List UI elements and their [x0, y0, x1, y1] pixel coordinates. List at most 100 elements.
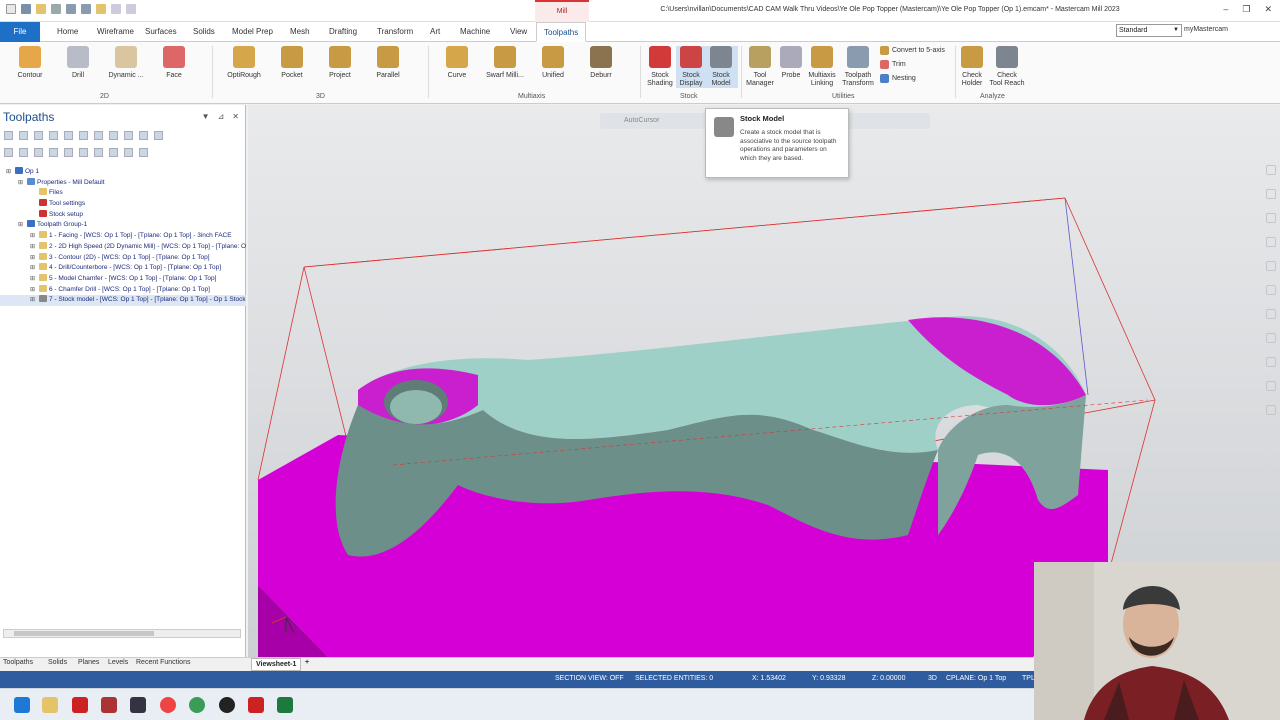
folder-icon[interactable]	[96, 4, 106, 14]
tree-item[interactable]: ⊞ 5 - Model Chamfer - [WCS: Op 1 Top] - […	[0, 273, 246, 285]
mastercam-icon[interactable]	[72, 697, 88, 713]
save-icon[interactable]	[21, 4, 31, 14]
tab-mesh[interactable]: Mesh	[283, 22, 317, 42]
optirough-button[interactable]: OptiRough	[222, 46, 266, 80]
move-down-icon[interactable]	[34, 148, 43, 157]
regenerate-dirty-icon[interactable]	[49, 131, 58, 140]
tplane-selector[interactable]: TPL	[1022, 675, 1035, 682]
pin-icon[interactable]: ⊿	[218, 112, 225, 121]
unified-button[interactable]: Unified	[531, 46, 575, 80]
cplane-selector[interactable]: CPLANE: Op 1 Top	[946, 675, 1006, 682]
tree-group[interactable]: ⊞ Toolpath Group-1	[0, 220, 246, 231]
solidworks-icon[interactable]	[101, 697, 117, 713]
view-icon[interactable]	[1266, 285, 1276, 295]
chevron-down-icon[interactable]: ▼	[202, 112, 210, 121]
viewsheet-tab[interactable]: Viewsheet-1	[251, 658, 302, 671]
single-display-icon[interactable]	[94, 148, 103, 157]
fit-icon[interactable]	[1266, 189, 1276, 199]
tab-transform[interactable]: Transform	[370, 22, 420, 42]
drill-button[interactable]: Drill	[56, 46, 100, 80]
toggle-posting-icon[interactable]	[19, 148, 28, 157]
check-tool-reach-button[interactable]: Check Tool Reach	[986, 46, 1028, 88]
tab-toolpaths-panel[interactable]: Toolpaths	[3, 659, 33, 666]
regenerate-icon[interactable]	[34, 131, 43, 140]
excel-icon[interactable]	[277, 697, 293, 713]
toolpath-transform-button[interactable]: Toolpath Transform	[838, 46, 878, 88]
tab-home[interactable]: Home	[50, 22, 85, 42]
display-toggle-icon[interactable]	[109, 148, 118, 157]
convert-to-5-axis-button[interactable]: Convert to 5-axis	[880, 46, 945, 55]
move-up-icon[interactable]	[49, 148, 58, 157]
minimize-icon[interactable]: –	[1223, 4, 1228, 15]
face-button[interactable]: Face	[152, 46, 196, 80]
tree-item[interactable]: ⊞ 2 - 2D High Speed (2D Dynamic Mill) - […	[0, 241, 246, 253]
tab-solids[interactable]: Solids	[186, 22, 222, 42]
trim-button[interactable]: Trim	[880, 60, 906, 69]
multiaxis-linking-button[interactable]: Multiaxis Linking	[802, 46, 842, 88]
tab-levels-panel[interactable]: Levels	[108, 659, 128, 666]
parallel-button[interactable]: Parallel	[366, 46, 410, 80]
stock-shading-button[interactable]: Stock Shading	[640, 46, 680, 88]
horizontal-scrollbar[interactable]	[3, 629, 241, 638]
tab-drafting[interactable]: Drafting	[322, 22, 364, 42]
tab-recent-functions-panel[interactable]: Recent Functions	[136, 659, 190, 666]
mymastercam-link[interactable]: myMastercam	[1184, 26, 1228, 33]
tab-art[interactable]: Art	[423, 22, 447, 42]
new-file-icon[interactable]	[6, 4, 16, 14]
light-icon[interactable]	[1266, 405, 1276, 415]
curve-button[interactable]: Curve	[435, 46, 479, 80]
tab-view[interactable]: View	[503, 22, 534, 42]
tree-item[interactable]: ⊞ 6 - Chamfer Drill - [WCS: Op 1 Top] - […	[0, 284, 246, 296]
workspace-select[interactable]: Standard ▼	[1116, 24, 1182, 37]
windows-start-icon[interactable]	[14, 697, 30, 713]
post-icon[interactable]	[109, 131, 118, 140]
high-feed-icon[interactable]	[124, 131, 133, 140]
select-all-icon[interactable]	[4, 131, 13, 140]
expand-icon[interactable]	[124, 148, 133, 157]
help-icon[interactable]	[154, 131, 163, 140]
nesting-button[interactable]: Nesting	[880, 74, 916, 83]
close-icon[interactable]: ✕	[232, 112, 239, 121]
mode-3d-toggle[interactable]: 3D	[928, 675, 937, 682]
wire-icon[interactable]	[1266, 333, 1276, 343]
lock-icon[interactable]	[4, 148, 13, 157]
expand-icon[interactable]: ⊞	[30, 242, 37, 253]
backplot-icon[interactable]	[64, 131, 73, 140]
snap-icon[interactable]	[1266, 357, 1276, 367]
expand-icon[interactable]: ⊞	[30, 253, 37, 264]
tab-toolpaths[interactable]: Toolpaths	[536, 22, 587, 42]
expand-icon[interactable]: ⊞	[30, 285, 37, 296]
deburr-button[interactable]: Deburr	[579, 46, 623, 80]
pocket-button[interactable]: Pocket	[270, 46, 314, 80]
simulate-icon[interactable]	[94, 131, 103, 140]
tab-surfaces[interactable]: Surfaces	[138, 22, 184, 42]
tree-item[interactable]: ⊞ 3 - Contour (2D) - [WCS: Op 1 Top] - [T…	[0, 252, 246, 264]
browser-icon[interactable]	[189, 697, 205, 713]
swarf-button[interactable]: Swarf Milli...	[483, 46, 527, 80]
save-all-icon[interactable]	[81, 4, 91, 14]
close-icon[interactable]: ✕	[1264, 4, 1272, 15]
tree-item[interactable]: ⊞ Properties - Mill Default	[0, 177, 246, 189]
insert-arrow-icon[interactable]	[64, 148, 73, 157]
tree-item[interactable]: ⊞ 4 - Drill/Counterbore - [WCS: Op 1 Top]…	[0, 263, 246, 274]
stock-display-button[interactable]: Stock Display	[676, 46, 706, 88]
scrollbar-thumb[interactable]	[14, 631, 154, 636]
contour-button[interactable]: Contour	[8, 46, 52, 80]
expand-icon[interactable]: ⊞	[30, 263, 37, 274]
stock-model-button[interactable]: Stock Model	[704, 46, 738, 88]
tree-root-op[interactable]: ⊞ Op 1	[0, 167, 246, 178]
expand-icon[interactable]: ⊞	[30, 295, 37, 306]
tab-wireframe[interactable]: Wireframe	[90, 22, 141, 42]
tree-item[interactable]: Tool settings	[0, 199, 246, 210]
zoom-icon[interactable]	[1266, 165, 1276, 175]
recorder-icon[interactable]	[219, 697, 235, 713]
verify-icon[interactable]	[79, 131, 88, 140]
tab-model-prep[interactable]: Model Prep	[225, 22, 280, 42]
tree-item[interactable]: Stock setup	[0, 209, 246, 221]
expand-icon[interactable]: ⊞	[30, 231, 37, 242]
expand-icon[interactable]: ⊞	[18, 178, 25, 189]
expand-icon[interactable]: ⊞	[6, 167, 13, 178]
expand-icon[interactable]: ⊞	[18, 220, 25, 231]
tab-solids-panel[interactable]: Solids	[48, 659, 67, 666]
section-icon[interactable]	[1266, 261, 1276, 271]
